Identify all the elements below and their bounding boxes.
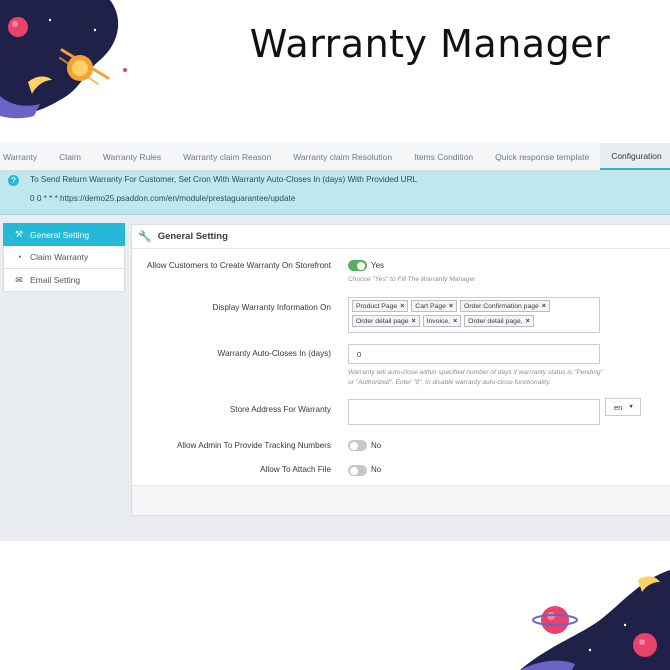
admin-panel: Warranty Claim Warranty Rules Warranty c… <box>0 143 670 541</box>
tag-order-detail-page-2: Order detail page, × <box>464 315 534 327</box>
tag-order-detail-page: Order detail page × <box>352 315 420 327</box>
space-illustration-bottom-right <box>520 570 670 670</box>
tag-invoice: Invoice, × <box>422 315 462 327</box>
sidebar-item-claim-warranty[interactable]: ◔ Claim Warranty <box>3 246 125 269</box>
email-icon: ✉ <box>15 274 23 285</box>
sidebar-item-email-setting[interactable]: ✉ Email Setting <box>3 269 125 292</box>
sidebar-item-label: Email Setting <box>30 275 81 285</box>
panel-header: 🔧 General Setting <box>132 225 670 249</box>
allow-create-toggle[interactable] <box>348 260 367 271</box>
tab-warranty-claim-reason[interactable]: Warranty claim Reason <box>172 143 282 170</box>
allow-create-label: Allow Customers to Create Warranty On St… <box>147 261 331 270</box>
settings-sidebar: ⚒ General Setting ◔ Claim Warranty ✉ Ema… <box>3 223 125 292</box>
tab-warranty[interactable]: Warranty <box>0 143 48 170</box>
sidebar-item-label: Claim Warranty <box>30 252 89 262</box>
claim-icon: ◔ <box>16 252 22 262</box>
tab-warranty-rules[interactable]: Warranty Rules <box>92 143 172 170</box>
attach-file-toggle[interactable] <box>348 465 367 476</box>
tab-quick-response-template[interactable]: Quick response template <box>484 143 600 170</box>
tab-warranty-claim-resolution[interactable]: Warranty claim Resolution <box>282 143 403 170</box>
allow-create-value: Yes <box>371 261 385 270</box>
sidebar-item-general-setting[interactable]: ⚒ General Setting <box>3 223 125 246</box>
auto-close-label: Warranty Auto-Closes In (days) <box>217 349 331 358</box>
tag-order-confirmation-page: Order Confirmation page × <box>459 300 550 312</box>
allow-create-hint: Choose "Yes" to Fill The Warranty Manage… <box>348 276 476 283</box>
tools-icon: ⚒ <box>14 229 24 239</box>
remove-tag-icon[interactable]: × <box>526 318 530 325</box>
help-icon: ? <box>8 175 19 186</box>
panel-title: General Setting <box>157 231 228 242</box>
attach-file-value: No <box>371 465 382 474</box>
space-illustration-top-left <box>0 0 127 119</box>
tracking-value: No <box>371 441 382 450</box>
auto-close-input[interactable]: 0 <box>348 344 600 364</box>
remove-tag-icon[interactable]: × <box>412 318 416 325</box>
caret-down-icon: ▼ <box>628 404 634 410</box>
remove-tag-icon[interactable]: × <box>400 303 404 310</box>
tab-claim[interactable]: Claim <box>48 143 92 170</box>
wrench-icon: 🔧 <box>138 231 152 243</box>
auto-close-hint: Warranty will auto-close within specifie… <box>348 369 603 386</box>
attach-file-label: Allow To Attach File <box>260 465 331 474</box>
remove-tag-icon[interactable]: × <box>542 303 546 310</box>
store-address-input[interactable] <box>348 399 600 425</box>
remove-tag-icon[interactable]: × <box>453 318 457 325</box>
sidebar-item-label: General Setting <box>30 229 90 240</box>
store-address-label: Store Address For Warranty <box>229 405 331 414</box>
language-select[interactable]: en ▼ <box>605 398 641 416</box>
cron-info-text: To Send Return Warranty For Customer, Se… <box>30 175 418 184</box>
general-setting-panel: 🔧 General Setting Allow Customers to Cre… <box>131 224 670 516</box>
tracking-label: Allow Admin To Provide Tracking Numbers <box>176 441 331 450</box>
tab-configuration[interactable]: Configuration <box>600 143 670 170</box>
tag-cart-page: Cart Page × <box>411 300 457 312</box>
tag-product-page: Product Page × <box>352 300 409 312</box>
tracking-toggle[interactable] <box>348 440 367 451</box>
cron-info-alert: ? To Send Return Warranty For Customer, … <box>0 171 670 215</box>
remove-tag-icon[interactable]: × <box>449 303 453 310</box>
cron-url-text: 0 0 * * * https://demo25.psaddon.com/en/… <box>30 194 296 203</box>
panel-footer <box>132 485 670 515</box>
tab-bar: Warranty Claim Warranty Rules Warranty c… <box>0 143 670 171</box>
display-on-label: Display Warranty Information On <box>212 303 331 312</box>
page-title: Warranty Manager <box>249 22 611 66</box>
display-on-tag-input[interactable]: Product Page × Cart Page × Order Confirmat… <box>348 297 600 333</box>
tab-items-condition[interactable]: Items Condition <box>403 143 484 170</box>
language-value: en <box>614 402 623 412</box>
